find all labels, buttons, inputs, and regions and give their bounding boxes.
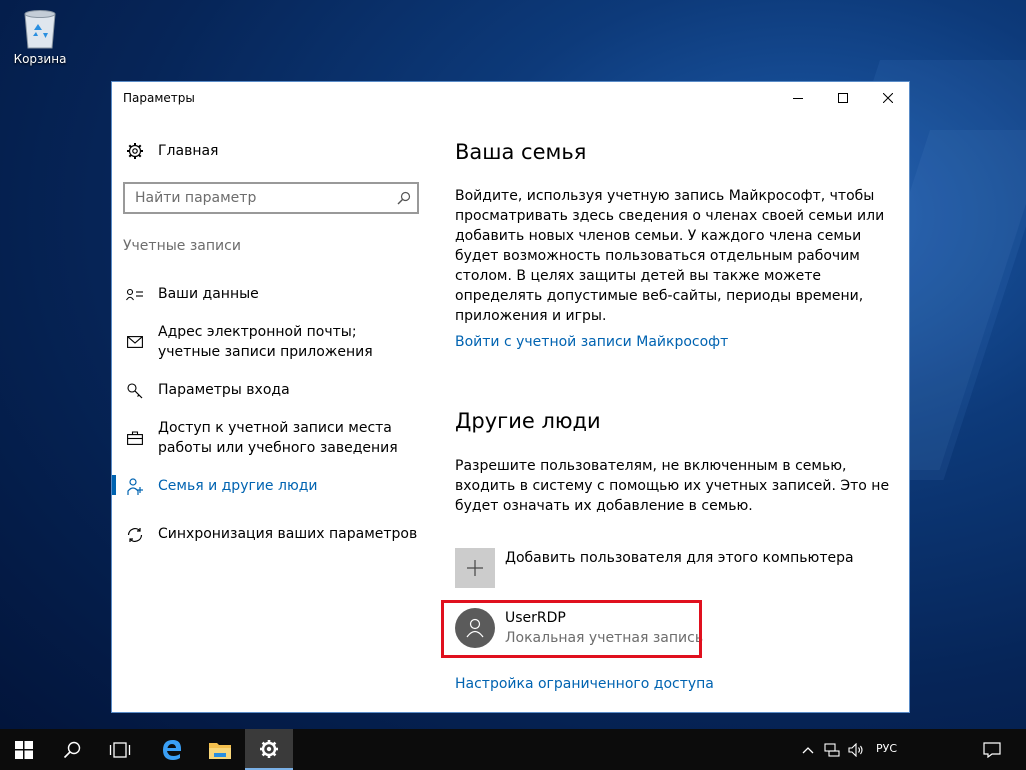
sync-icon <box>124 525 146 545</box>
close-icon <box>882 92 893 103</box>
folder-icon <box>209 742 231 759</box>
nav-item-sign-in-options[interactable]: Параметры входа <box>124 380 438 401</box>
briefcase-icon <box>124 428 146 448</box>
settings-window: Параметры Главная Найти параметр Учетные… <box>111 81 910 713</box>
section-label: Учетные записи <box>123 238 241 254</box>
people-icon <box>124 477 146 497</box>
gear-icon <box>260 739 278 758</box>
windows-logo-icon <box>15 740 33 759</box>
nav-item-label: Семья и другие люди <box>158 478 318 494</box>
notification-icon <box>983 741 1001 758</box>
show-hidden-icons-button[interactable] <box>802 729 814 770</box>
task-view-icon <box>109 741 131 758</box>
task-view-button[interactable] <box>96 729 144 770</box>
language-indicator[interactable]: РУС <box>876 742 897 755</box>
other-people-description: Разрешите пользователям, не включенным в… <box>455 458 890 514</box>
taskbar: РУС <box>0 729 1026 770</box>
nav-item-sync[interactable]: Синхронизация ваших параметров <box>124 524 438 545</box>
nav-item-work-access[interactable]: Доступ к учетной записи места работы или… <box>124 418 438 458</box>
search-icon <box>63 741 81 758</box>
recycle-bin-shortcut[interactable]: Корзина <box>8 6 72 66</box>
nav-item-label: Ваши данные <box>158 286 259 302</box>
minimize-icon <box>792 97 803 99</box>
mail-icon <box>124 332 146 352</box>
family-description: Войдите, используя учетную запись Майкро… <box>455 188 885 324</box>
chevron-up-icon <box>802 746 814 753</box>
add-user-button[interactable]: Добавить пользователя для этого компьюте… <box>455 548 854 588</box>
edge-button[interactable] <box>148 729 196 770</box>
family-heading: Ваша семья <box>455 140 587 164</box>
nav-home-label: Главная <box>158 143 219 159</box>
nav-item-label: Адрес электронной почты; учетные записи … <box>158 324 373 360</box>
window-title: Параметры <box>123 91 195 105</box>
nav-item-label: Параметры входа <box>158 382 290 398</box>
start-button[interactable] <box>0 729 48 770</box>
search-button[interactable] <box>48 729 96 770</box>
recycle-bin-label: Корзина <box>13 52 67 66</box>
settings-taskbar-button[interactable] <box>245 729 293 770</box>
plus-icon <box>455 548 495 588</box>
key-icon <box>124 381 146 401</box>
action-center-button[interactable] <box>983 729 1001 770</box>
nav-item-family[interactable]: Семья и другие люди <box>124 476 438 497</box>
search-input[interactable] <box>125 184 385 212</box>
network-icon <box>824 742 840 757</box>
title-bar[interactable]: Параметры <box>112 82 909 113</box>
edge-icon <box>163 739 181 760</box>
person-card-icon <box>124 285 146 305</box>
maximize-button[interactable] <box>820 82 865 113</box>
speaker-icon <box>848 742 863 757</box>
gear-icon <box>124 140 146 162</box>
nav-item-label: Синхронизация ваших параметров <box>158 526 418 542</box>
active-indicator <box>112 475 116 495</box>
file-explorer-button[interactable] <box>196 729 244 770</box>
other-people-heading: Другие люди <box>455 409 601 433</box>
network-button[interactable] <box>824 729 840 770</box>
microsoft-sign-in-link[interactable]: Войти с учетной записи Майкрософт <box>455 334 728 350</box>
nav-item-your-info[interactable]: Ваши данные <box>124 284 438 305</box>
volume-button[interactable] <box>848 729 866 770</box>
nav-item-email-accounts[interactable]: Адрес электронной почты; учетные записи … <box>124 322 418 362</box>
add-user-label: Добавить пользователя для этого компьюте… <box>505 550 854 566</box>
nav-home[interactable]: Главная <box>124 140 218 162</box>
recycle-bin-icon <box>21 6 59 50</box>
assigned-access-link[interactable]: Настройка ограниченного доступа <box>455 676 714 692</box>
minimize-button[interactable] <box>775 82 820 113</box>
maximize-icon <box>837 92 848 103</box>
highlight-box <box>441 600 702 658</box>
close-button[interactable] <box>865 82 910 113</box>
search-box[interactable] <box>123 182 419 214</box>
nav-item-label: Доступ к учетной записи места работы или… <box>158 420 398 456</box>
search-icon[interactable] <box>397 190 411 209</box>
